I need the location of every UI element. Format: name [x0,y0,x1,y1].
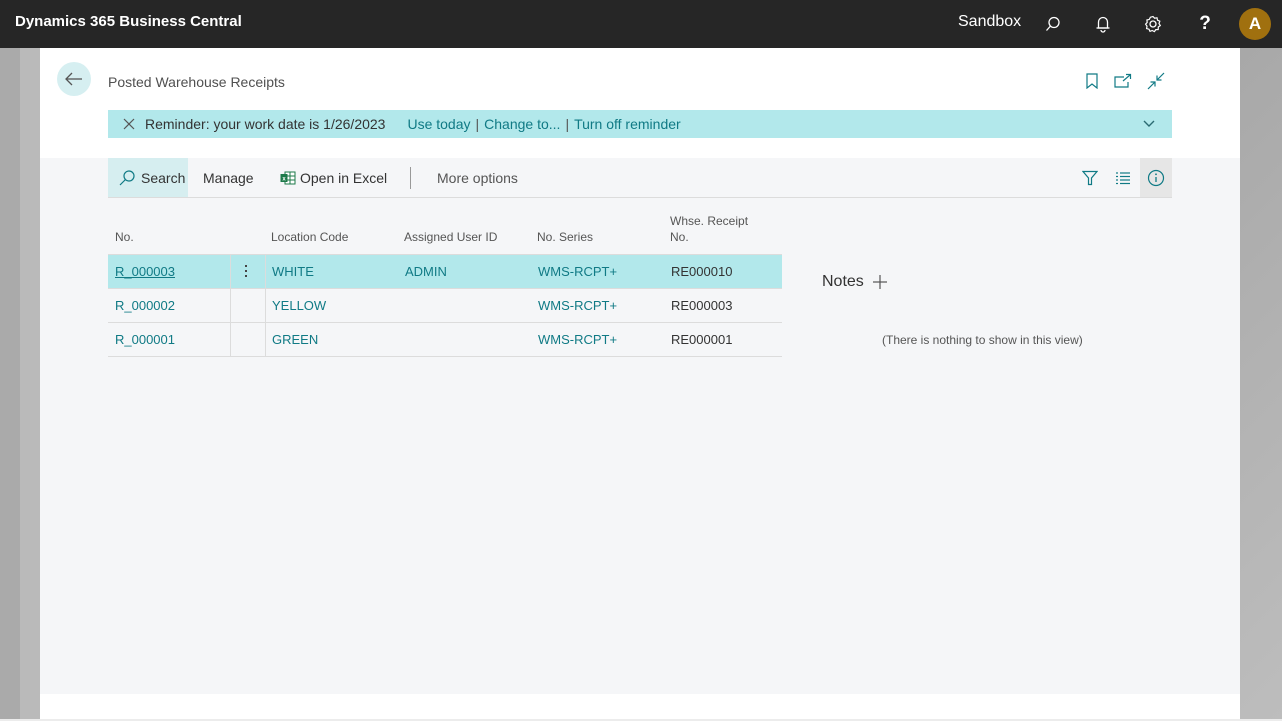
top-bar: Dynamics 365 Business Central Sandbox ? … [0,0,1282,48]
cell-no-series: WMS-RCPT+ [538,332,618,347]
action-bar: Search Manage x Open in Excel More optio… [108,158,1172,198]
open-in-excel-label: Open in Excel [300,169,388,186]
notes-empty-message: (There is nothing to show in this view) [882,333,1083,347]
info-icon [1147,169,1165,186]
cell-divider [230,255,231,288]
cell-divider [265,323,266,356]
change-to-link[interactable]: Change to... [484,116,560,132]
use-today-link[interactable]: Use today [407,116,470,132]
receipts-list: No. Location Code Assigned User ID No. S… [108,208,782,357]
separator: | [565,116,570,132]
info-pane-toggle[interactable] [1140,158,1172,197]
work-date-reminder: Reminder: your work date is 1/26/2023 Us… [108,110,1172,138]
cell-no[interactable]: R_000003 [115,264,175,279]
action-divider [410,167,411,189]
help-icon[interactable]: ? [1193,12,1217,36]
search-button[interactable]: Search [108,158,188,197]
gear-icon[interactable] [1141,12,1165,36]
search-label: Search [141,169,186,186]
notes-factbox: Notes (There is nothing to show in this … [822,273,1083,347]
back-button[interactable] [57,62,91,96]
search-icon[interactable] [1041,12,1065,36]
cell-assigned-user-id: ADMIN [405,264,447,279]
cell-divider [230,323,231,356]
cell-no-series: WMS-RCPT+ [538,298,618,313]
search-icon [119,169,135,185]
cell-divider [265,289,266,322]
notes-title: Notes [822,273,864,290]
column-header-location-code[interactable]: Location Code [271,229,348,245]
table-row[interactable]: R_000001 GREEN WMS-RCPT+ RE000001 [108,323,782,357]
arrow-left-icon [65,72,82,86]
cell-divider [230,289,231,322]
excel-icon: x [280,171,296,184]
cell-no-series: WMS-RCPT+ [538,264,618,279]
cell-whse-receipt-no: RE000010 [671,264,733,279]
environment-name: Sandbox [958,13,1022,30]
close-icon[interactable] [121,116,137,132]
filter-icon[interactable] [1080,168,1100,188]
more-options-button[interactable]: More options [437,158,518,197]
page-title: Posted Warehouse Receipts [108,74,285,90]
table-row[interactable]: R_000002 YELLOW WMS-RCPT+ RE000003 [108,289,782,323]
column-header-line: No. [670,230,689,244]
notes-header: Notes [822,273,888,291]
open-new-window-icon[interactable] [1112,70,1134,92]
cell-location-code: YELLOW [272,298,327,313]
turn-off-reminder-link[interactable]: Turn off reminder [574,116,681,132]
cell-location-code: WHITE [272,264,314,279]
cell-whse-receipt-no: RE000003 [671,298,733,313]
cell-divider [265,255,266,288]
cell-whse-receipt-no: RE000001 [671,332,733,347]
column-header-no-series[interactable]: No. Series [537,229,593,245]
separator: | [475,116,480,132]
chevron-down-icon[interactable] [1142,116,1158,132]
collapse-icon[interactable] [1145,70,1167,92]
list-view-icon[interactable] [1113,168,1133,188]
cell-no[interactable]: R_000001 [115,332,175,347]
open-in-excel-button[interactable]: x Open in Excel [280,158,387,197]
cell-no[interactable]: R_000002 [115,298,175,313]
avatar[interactable]: A [1239,8,1271,40]
grid-header: No. Location Code Assigned User ID No. S… [108,208,782,255]
manage-button[interactable]: Manage [203,158,254,197]
row-actions-icon[interactable] [241,261,251,281]
table-row[interactable]: R_000003 WHITE ADMIN WMS-RCPT+ RE000010 [108,255,782,289]
bell-icon[interactable] [1091,12,1115,36]
app-title[interactable]: Dynamics 365 Business Central [15,13,242,30]
reminder-message: Reminder: your work date is 1/26/2023 [145,116,386,132]
backdrop-right [1240,48,1282,721]
column-header-no[interactable]: No. [115,229,134,245]
column-header-assigned-user-id[interactable]: Assigned User ID [404,229,497,245]
page-panel: Posted Warehouse Receipts Reminder: your… [40,48,1240,719]
column-header-line: Whse. Receipt [670,214,749,228]
backdrop-left [0,48,40,721]
bookmark-icon[interactable] [1081,70,1103,92]
add-note-icon[interactable] [872,274,888,290]
cell-location-code: GREEN [272,332,319,347]
column-header-whse-receipt-no[interactable]: Whse. Receipt No. [670,213,748,245]
